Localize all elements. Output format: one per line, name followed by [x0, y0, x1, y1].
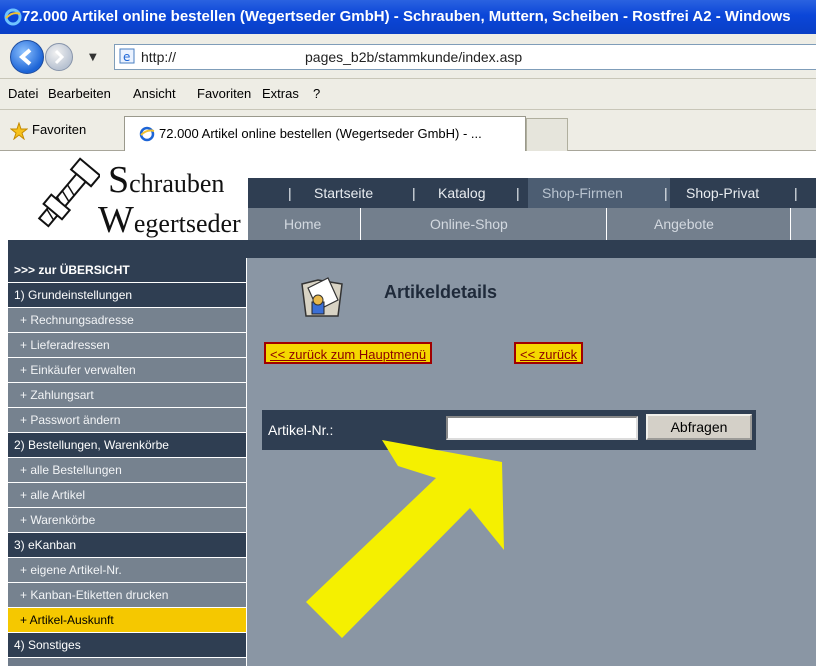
yellow-arrow-annotation — [306, 440, 504, 638]
page-title: Artikeldetails — [384, 282, 498, 302]
article-number-input[interactable] — [446, 416, 638, 440]
page-icon: e — [119, 48, 135, 64]
arrow-right-icon — [54, 49, 65, 65]
tab-title: 72.000 Artikel online bestellen (Wegerts… — [159, 126, 482, 141]
window-title: 72.000 Artikel online bestellen (Wegerts… — [22, 8, 791, 25]
sidebar-item-artikel-auskunft[interactable]: + Artikel-Auskunft — [8, 608, 246, 633]
site-logo[interactable]: Schrauben Wegertseder — [8, 152, 248, 242]
menu-item-datei[interactable]: Datei — [8, 79, 38, 109]
nav-divider — [360, 208, 361, 240]
sidebar-item-eigene-artikel-nr[interactable]: + eigene Artikel-Nr. — [8, 558, 246, 583]
nav-overflow — [791, 208, 816, 240]
svg-text:e: e — [123, 50, 130, 64]
nav-sep: | — [794, 185, 798, 201]
sidebar: >>> zur ÜBERSICHT 1) Grundeinstellungen … — [8, 258, 246, 666]
nav-shop-firmen[interactable]: Shop-Firmen — [528, 178, 670, 208]
window-title-bar: 72.000 Artikel online bestellen (Wegerts… — [0, 0, 816, 34]
star-icon[interactable] — [10, 122, 28, 140]
sidebar-item-zahlungsart[interactable]: + Zahlungsart — [8, 383, 246, 408]
header-band — [8, 240, 816, 258]
back-to-main-menu-link[interactable]: << zurück zum Hauptmenü — [264, 342, 433, 364]
logo-line-2: Wegertseder — [98, 199, 241, 241]
sidebar-item-alle-artikel[interactable]: + alle Artikel — [8, 483, 246, 508]
browser-tab[interactable]: 72.000 Artikel online bestellen (Wegerts… — [124, 116, 526, 151]
nav-sep: | — [412, 185, 416, 201]
sidebar-section-bestellungen[interactable]: 2) Bestellungen, Warenkörbe — [8, 433, 246, 458]
sidebar-overview-link[interactable]: >>> zur ÜBERSICHT — [8, 258, 246, 283]
menu-item-ansicht[interactable]: Ansicht — [133, 79, 176, 109]
menu-item-favoriten[interactable]: Favoriten — [197, 79, 251, 109]
forward-button[interactable] — [45, 43, 73, 71]
sidebar-item-alle-bestellungen[interactable]: + alle Bestellungen — [8, 458, 246, 483]
menu-bar: Datei Bearbeiten Ansicht Favoriten Extra… — [0, 79, 816, 110]
back-link[interactable]: << zurück — [514, 342, 584, 364]
nav-katalog[interactable]: Katalog — [438, 178, 485, 208]
menu-item-extras[interactable]: Extras — [262, 79, 299, 109]
nav-divider — [606, 208, 607, 240]
history-dropdown-icon[interactable]: ▼ — [89, 52, 97, 63]
arrow-left-icon — [18, 48, 32, 66]
nav-sep: | — [288, 185, 292, 201]
favorites-bar: Favoriten 72.000 Artikel online bestelle… — [0, 110, 816, 151]
folder-icon — [301, 277, 343, 317]
internet-explorer-icon — [4, 8, 22, 26]
nav-shop-privat[interactable]: Shop-Privat — [686, 178, 759, 208]
sidebar-item-einkaeufer-verwalten[interactable]: + Einkäufer verwalten — [8, 358, 246, 383]
new-tab-button[interactable] — [526, 118, 568, 151]
back-button[interactable] — [10, 40, 44, 74]
menu-item-help[interactable]: ? — [313, 79, 320, 109]
sidebar-item-kanban-etiketten[interactable]: + Kanban-Etiketten drucken — [8, 583, 246, 608]
address-scheme: http:// — [141, 49, 177, 65]
menu-item-bearbeiten[interactable]: Bearbeiten — [48, 79, 111, 109]
query-button[interactable]: Abfragen — [646, 414, 752, 440]
sidebar-item-warenkoerbe[interactable]: + Warenkörbe — [8, 508, 246, 533]
sidebar-item-passwort-aendern[interactable]: + Passwort ändern — [8, 408, 246, 433]
internet-explorer-icon — [139, 126, 155, 142]
sidebar-item-rechnungsadresse[interactable]: + Rechnungsadresse — [8, 308, 246, 333]
nav-sep: | — [664, 185, 668, 201]
sidebar-section-sonstiges[interactable]: 4) Sonstiges — [8, 633, 246, 658]
address-path: pages_b2b/stammkunde/index.asp — [305, 49, 523, 65]
sidebar-section-grundeinstellungen[interactable]: 1) Grundeinstellungen — [8, 283, 246, 308]
logo-line-1: Schrauben — [108, 159, 225, 201]
nav-angebote[interactable]: Angebote — [654, 208, 714, 240]
top-navigation: | Startseite | Katalog | Shop-Firmen | S… — [248, 178, 816, 208]
nav-startseite[interactable]: Startseite — [314, 178, 373, 208]
nav-home[interactable]: Home — [284, 208, 321, 240]
nav-online-shop[interactable]: Online-Shop — [430, 208, 508, 240]
address-input[interactable]: e http:// pages_b2b/stammkunde/index.asp — [114, 44, 816, 70]
sidebar-item-lieferadressen[interactable]: + Lieferadressen — [8, 333, 246, 358]
nav-sep: | — [516, 185, 520, 201]
sub-navigation: Home Online-Shop Angebote — [248, 208, 816, 240]
bolt-icon — [37, 157, 100, 228]
sidebar-section-ekanban[interactable]: 3) eKanban — [8, 533, 246, 558]
favorites-button[interactable]: Favoriten — [32, 122, 86, 137]
